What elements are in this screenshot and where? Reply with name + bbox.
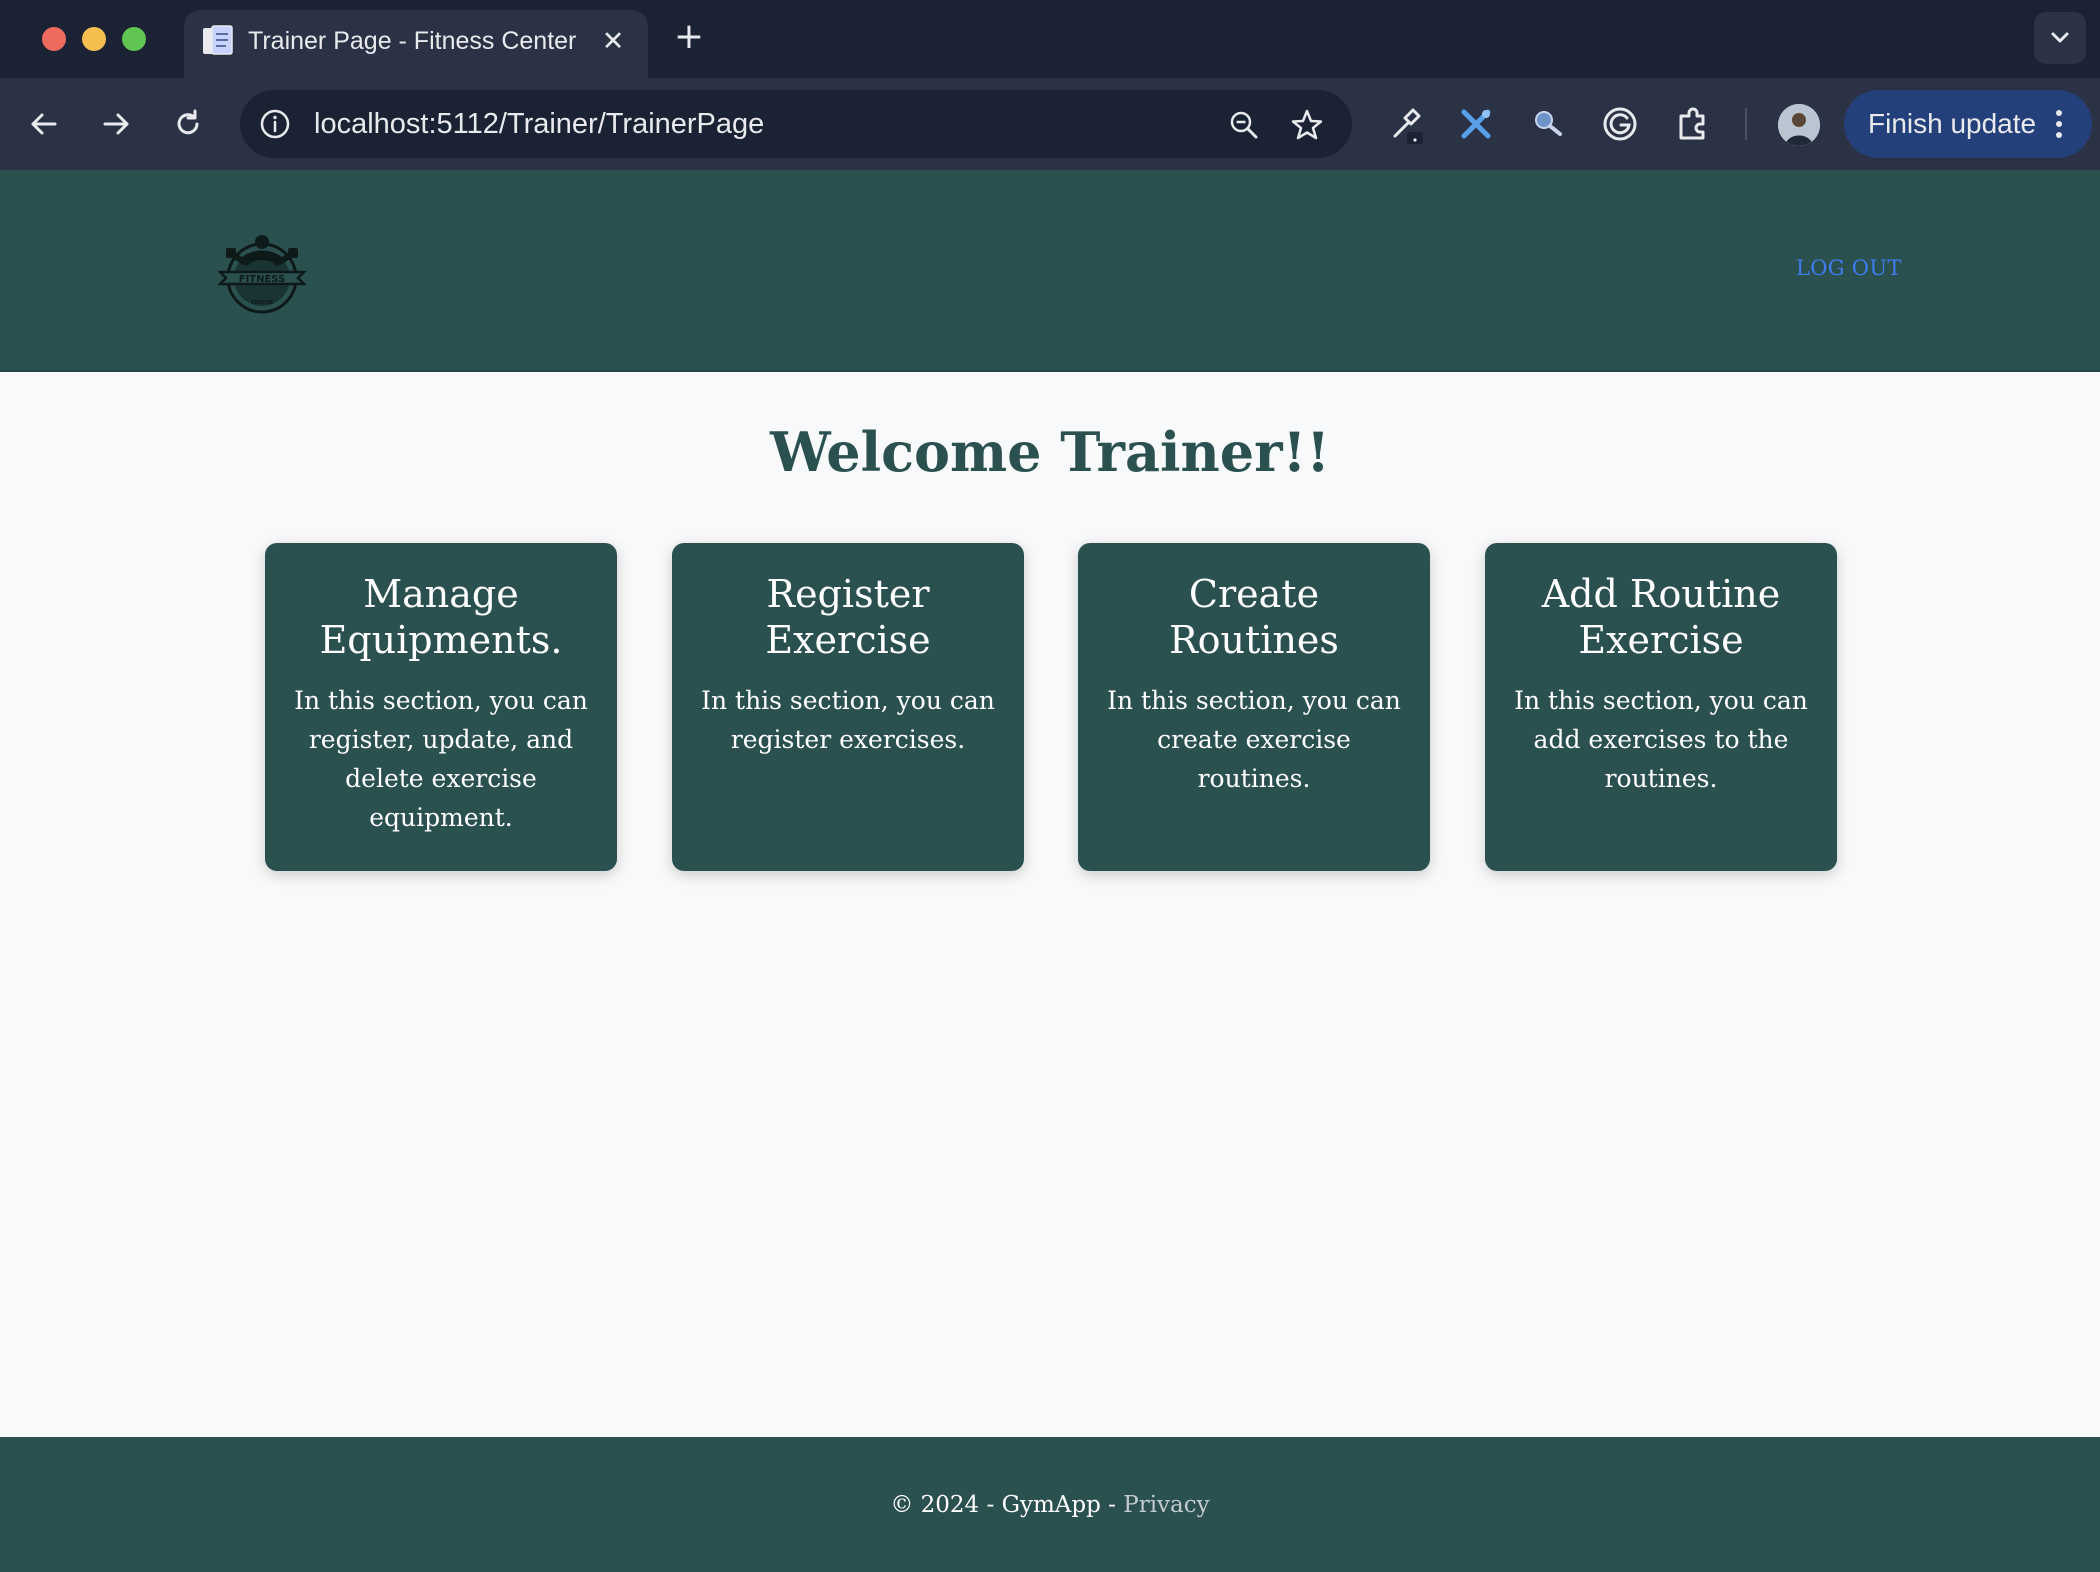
card-description: In this section, you can add exercises t… [1514, 686, 1808, 793]
card-description: In this section, you can register, updat… [294, 686, 588, 832]
site-header: FITNESS CENTER LOG OUT [0, 170, 2100, 372]
url-text[interactable]: localhost:5112/Trainer/TrainerPage [314, 104, 764, 145]
card-create-routines[interactable]: Create Routines In this section, you can… [1078, 543, 1430, 871]
new-tab-icon[interactable]: + [672, 19, 706, 55]
fitness-center-logo[interactable]: FITNESS CENTER [218, 226, 312, 318]
extensions-puzzle-icon[interactable] [1671, 102, 1715, 146]
reload-icon[interactable] [166, 102, 210, 146]
card-title: Register Exercise [765, 572, 931, 662]
privacy-link[interactable]: Privacy [1123, 1492, 1209, 1518]
search-extension-icon[interactable] [1526, 102, 1570, 146]
footer-copyright-line: © 2024 - GymApp - Privacy [0, 1489, 2100, 1521]
tab-title: Trainer Page - Fitness Center [248, 27, 577, 55]
card-title: Manage Equipments. [319, 572, 563, 662]
logout-link[interactable]: LOG OUT [1796, 256, 1902, 280]
tab-search-chevron-icon [2051, 32, 2069, 43]
eyedropper-extension-icon[interactable] [1383, 102, 1427, 146]
logo-subtext: CENTER [251, 300, 273, 306]
logo-text: FITNESS [239, 274, 286, 285]
tools-extension-icon[interactable] [1454, 102, 1498, 146]
document-icon [203, 25, 233, 55]
toolbar-separator [1745, 108, 1747, 140]
grammarly-extension-icon[interactable] [1598, 102, 1642, 146]
more-vert-icon [2056, 110, 2062, 138]
back-arrow-icon[interactable] [22, 102, 66, 146]
page-title: Welcome Trainer!! [770, 420, 1330, 484]
tab-search-button[interactable] [2034, 12, 2086, 64]
card-title: Add Routine Exercise [1541, 572, 1781, 662]
forward-arrow-icon[interactable] [94, 102, 138, 146]
site-footer: © 2024 - GymApp - Privacy [0, 1437, 2100, 1572]
card-manage-equipments[interactable]: Manage Equipments. In this section, you … [265, 543, 617, 871]
site-info-icon[interactable] [258, 107, 292, 141]
close-window-button[interactable] [42, 27, 66, 51]
profile-photo-icon [1778, 104, 1820, 146]
copyright-text: © 2024 - GymApp - [890, 1492, 1124, 1518]
card-description: In this section, you can create exercise… [1107, 686, 1401, 793]
browser-toolbar: localhost:5112/Trainer/TrainerPage Finis… [0, 78, 2100, 170]
card-description: In this section, you can register exerci… [701, 686, 995, 754]
minimize-window-button[interactable] [82, 27, 106, 51]
card-add-routine-exercise[interactable]: Add Routine Exercise In this section, yo… [1485, 543, 1837, 871]
finish-update-button[interactable]: Finish update [1844, 90, 2092, 158]
browser-tab-bar: Trainer Page - Fitness Center ✕ + [0, 0, 2100, 78]
finish-update-label: Finish update [1868, 108, 2037, 139]
browser-tab-active[interactable]: Trainer Page - Fitness Center ✕ [184, 10, 648, 78]
maximize-window-button[interactable] [122, 27, 146, 51]
card-title: Create Routines [1169, 572, 1339, 662]
card-register-exercise[interactable]: Register Exercise In this section, you c… [672, 543, 1024, 871]
bookmark-star-icon[interactable] [1289, 107, 1325, 143]
close-tab-icon[interactable]: ✕ [598, 27, 628, 57]
zoom-out-icon[interactable] [1226, 107, 1262, 143]
address-bar[interactable]: localhost:5112/Trainer/TrainerPage [240, 90, 1352, 158]
profile-avatar[interactable] [1778, 104, 1820, 146]
